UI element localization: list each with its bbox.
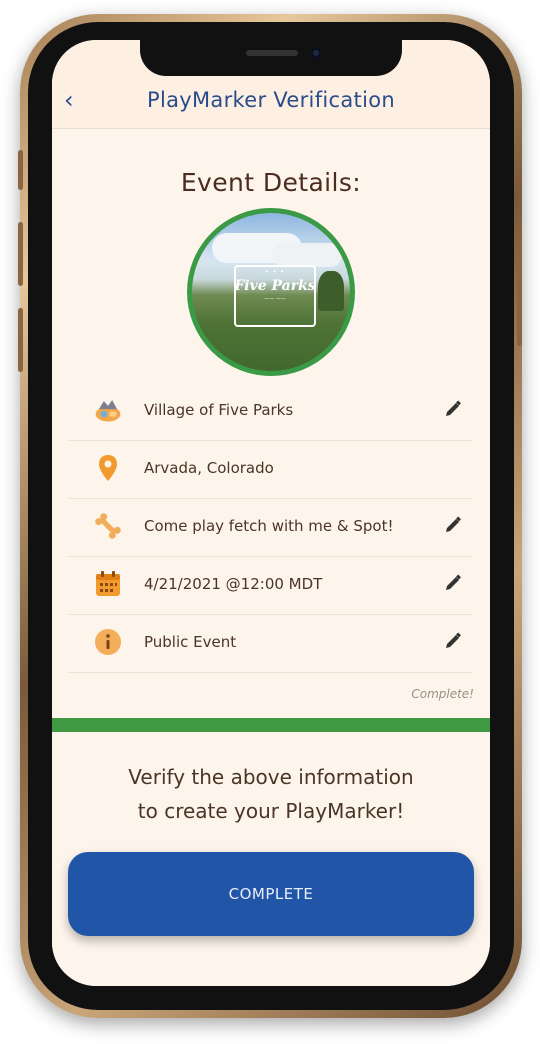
progress-bar: [52, 718, 490, 732]
event-row-visibility: Public Event: [68, 614, 472, 673]
verify-instructions: Verify the above information to create y…: [52, 760, 490, 828]
logo-bottom-text: —— ——: [264, 296, 286, 302]
visibility-label: Public Event: [144, 633, 237, 651]
phone-notch: [140, 38, 402, 76]
app-screen: ‹ PlayMarker Verification Event Details:…: [52, 40, 490, 986]
edit-pencil-icon[interactable]: [444, 400, 462, 418]
volume-down-button: [18, 308, 23, 372]
edit-pencil-icon[interactable]: [444, 632, 462, 650]
five-parks-logo: ✦ ✦ ✦ Five Parks —— ——: [234, 265, 316, 327]
location-label: Arvada, Colorado: [144, 459, 274, 477]
edit-pencil-icon[interactable]: [444, 574, 462, 592]
event-row-description: Come play fetch with me & Spot!: [68, 498, 472, 557]
event-row-datetime: 4/21/2021 @12:00 MDT: [68, 556, 472, 615]
event-details-heading: Event Details:: [180, 168, 362, 197]
datetime-label: 4/21/2021 @12:00 MDT: [144, 575, 323, 593]
power-button: [517, 250, 522, 346]
calendar-icon: [94, 570, 122, 598]
playground-icon: [94, 396, 122, 424]
info-icon: [94, 628, 122, 656]
bone-icon: [94, 512, 122, 540]
event-image: ✦ ✦ ✦ Five Parks —— ——: [187, 208, 355, 376]
mute-switch: [18, 150, 23, 190]
front-camera: [310, 47, 322, 59]
edit-pencil-icon[interactable]: [444, 516, 462, 534]
event-row-venue: Village of Five Parks: [68, 382, 472, 441]
tree-shape: [318, 271, 344, 311]
venue-label: Village of Five Parks: [144, 401, 294, 419]
verify-line-2: to create your PlayMarker!: [137, 799, 405, 823]
speaker-grille: [246, 50, 298, 56]
verify-line-1: Verify the above information: [128, 765, 414, 789]
page-title: PlayMarker Verification: [147, 88, 395, 112]
complete-button[interactable]: COMPLETE: [68, 852, 474, 936]
event-row-location: Arvada, Colorado: [68, 440, 472, 499]
location-pin-icon: [94, 454, 122, 482]
cloud-shape: [272, 243, 342, 267]
logo-main-text: Five Parks: [234, 278, 316, 294]
status-note: Complete!: [411, 687, 474, 701]
logo-top-text: ✦ ✦ ✦: [264, 269, 286, 275]
volume-up-button: [18, 222, 23, 286]
description-label: Come play fetch with me & Spot!: [144, 517, 394, 535]
